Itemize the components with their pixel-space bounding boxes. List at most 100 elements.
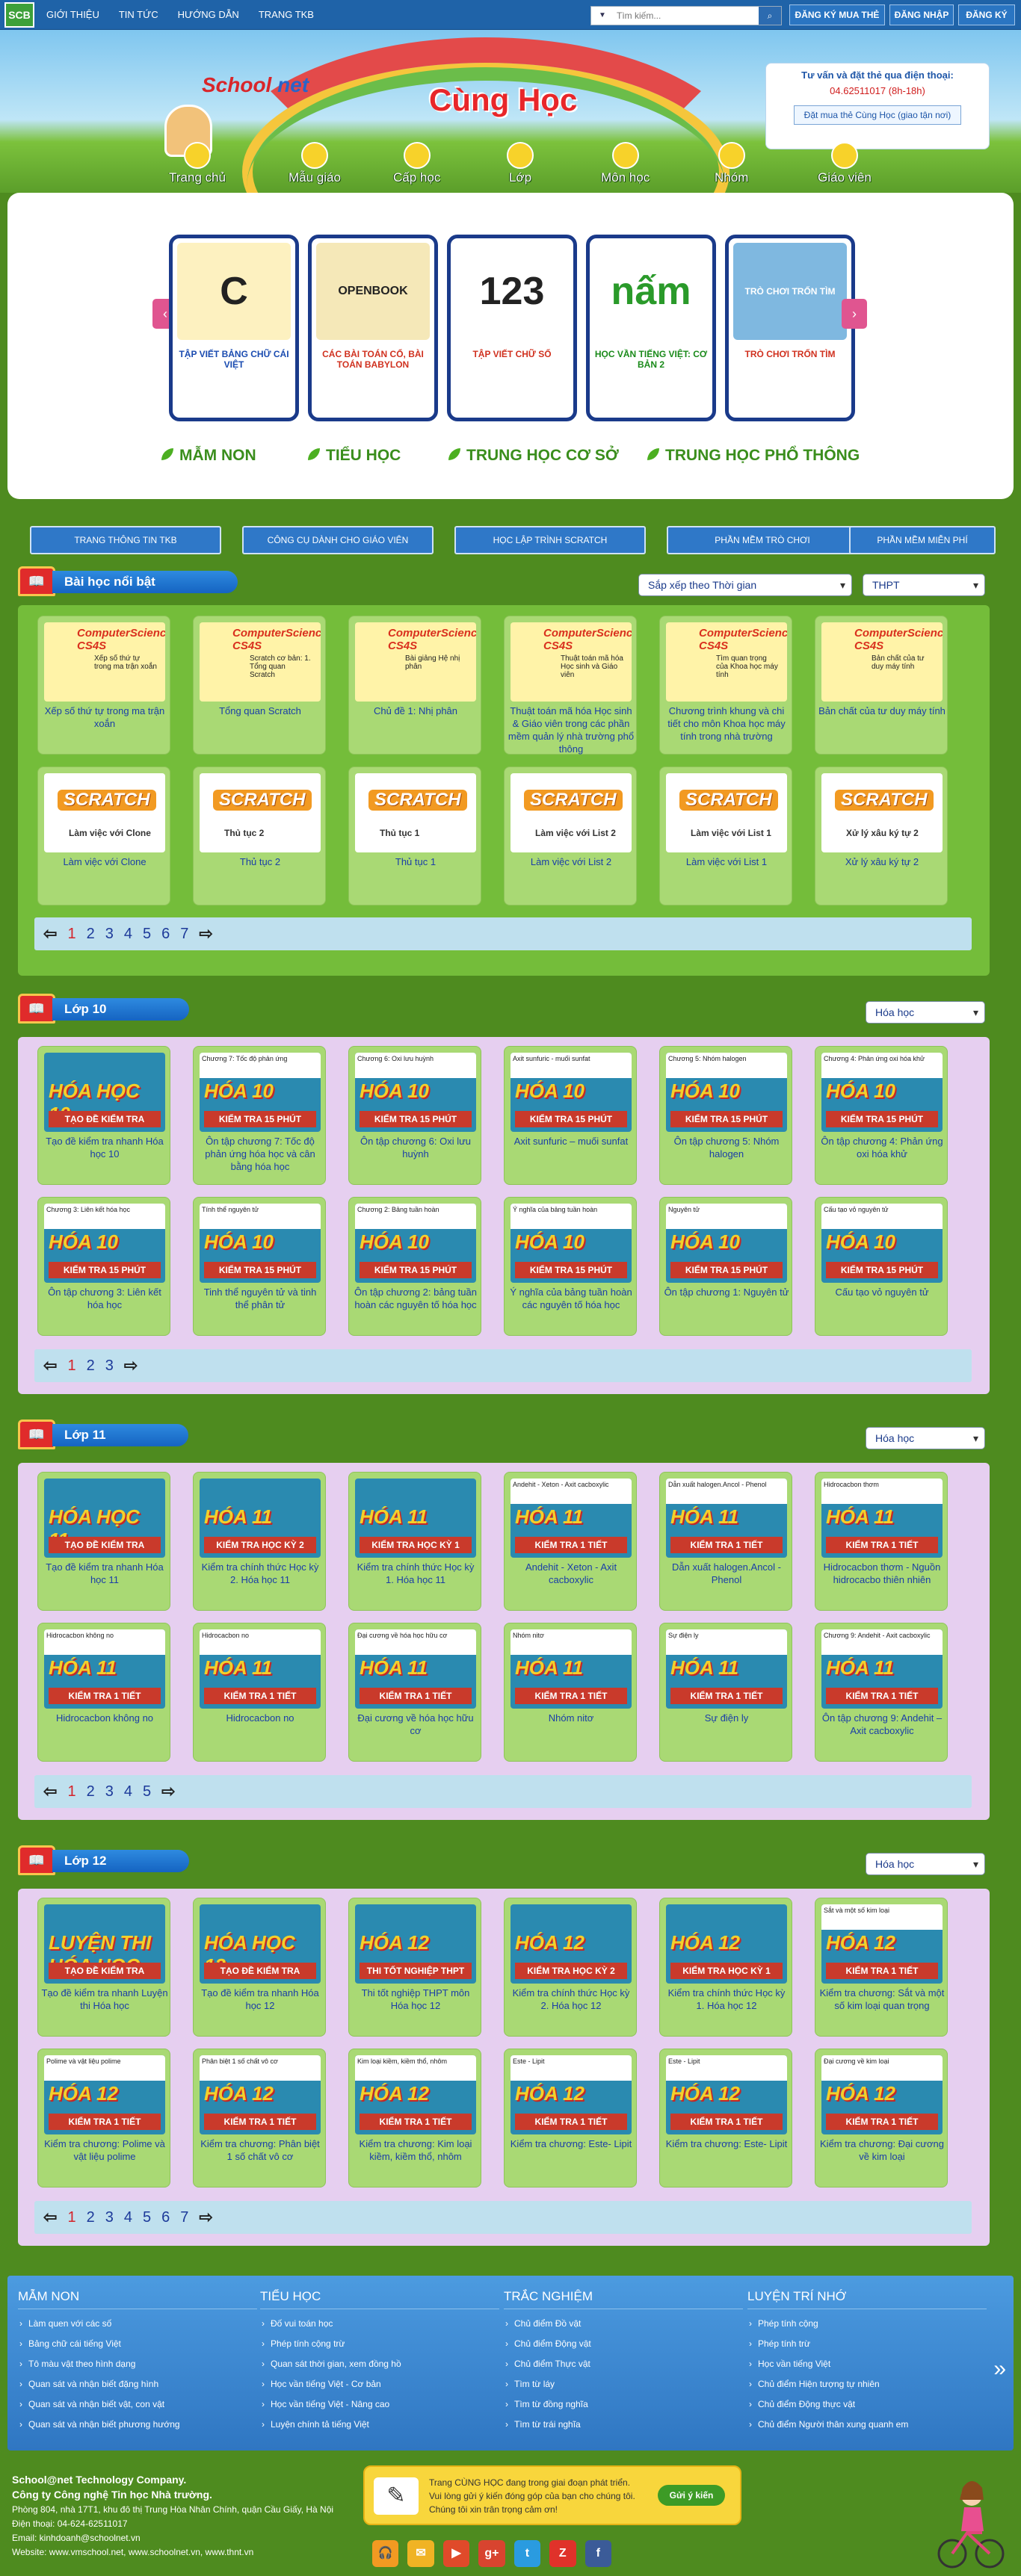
slide-item[interactable]: OPENBOOK CÁC BÀI TOÁN CỔ, BÀI TOÁN BABYL… (308, 235, 438, 421)
lesson-card[interactable]: Scratch cơ bản: 1. Tổng quan Scratch Comp… (193, 616, 326, 755)
lesson-caption[interactable]: Xếp số thứ tự trong ma trận xoắn (41, 705, 168, 730)
lop12-subject-select[interactable]: Hóa học (866, 1853, 985, 1875)
lesson-caption[interactable]: Tạo đề kiểm tra nhanh Hóa học 12 (197, 1987, 324, 2012)
lesson-caption[interactable]: Hidrocacbon no (197, 1712, 324, 1724)
slider-next-icon[interactable]: › (842, 299, 867, 329)
cat-cap-hoc[interactable]: Cấp học (393, 142, 440, 185)
cat-mau-giao[interactable]: Mẫu giáo (289, 142, 341, 185)
pager-page-4[interactable]: 4 (124, 1783, 132, 1801)
lesson-card[interactable]: Polime và vật liệu polime HÓA 12 KIỂM TRA … (37, 2049, 170, 2188)
footer-link[interactable]: Phép tính cộng trừ (260, 2334, 499, 2354)
lesson-card[interactable]: HÓA 12 KIỂM TRA HỌC KỲ 1 Kiểm tra chính th… (659, 1898, 792, 2037)
lesson-caption[interactable]: Ôn tập chương 5: Nhóm halogen (663, 1135, 790, 1160)
youtube-icon[interactable]: ▶ (442, 2540, 470, 2567)
lesson-caption[interactable]: Ôn tập chương 2: bảng tuần hoàn các nguy… (352, 1286, 479, 1311)
pager-page-6[interactable]: 6 (161, 2209, 170, 2226)
footer-link[interactable]: Tô màu vật theo hình dạng (18, 2354, 257, 2374)
lesson-card[interactable]: HÓA HỌC 10TẠO ĐỀ KIỂM TRA Tạo đề kiểm tra… (37, 1046, 170, 1185)
lesson-caption[interactable]: Dẫn xuất halogen.Ancol - Phenol (663, 1561, 790, 1586)
level-thcs[interactable]: TRUNG HỌC CƠ SỞ (448, 447, 619, 465)
lesson-caption[interactable]: Tinh thể nguyên tử và tinh thể phân tử (197, 1286, 324, 1311)
lesson-card[interactable]: LUYỆN THI HÓA HỌCTẠO ĐỀ KIỂM TRA Tạo đề k… (37, 1898, 170, 2037)
lesson-caption[interactable]: Andehit - Xeton - Axit cacboxylic (508, 1561, 635, 1586)
lesson-caption[interactable]: Thuật toán mã hóa Học sinh & Giáo viên t… (508, 705, 635, 755)
footer-link[interactable]: Chủ điểm Người thân xung quanh em (747, 2415, 987, 2435)
lesson-card[interactable]: Bài giảng Hệ nhị phân ComputerScience CS4… (348, 616, 481, 755)
lesson-card[interactable]: Chương 4: Phản ứng oxi hóa khử HÓA 10 KIỂM… (815, 1046, 948, 1185)
lesson-card[interactable]: HÓA 12 THI TỐT NGHIỆP THPT Thi tốt nghiệp … (348, 1898, 481, 2037)
zing-icon[interactable]: Z (549, 2540, 576, 2567)
pager-prev-icon[interactable]: ⇦ (43, 2208, 57, 2227)
lesson-card[interactable]: Thủ tục 2 SCRATCH Thủ tục 2 (193, 767, 326, 905)
lesson-card[interactable]: HÓA HỌC 12TẠO ĐỀ KIỂM TRA Tạo đề kiểm tra… (193, 1898, 326, 2037)
level-tieu-hoc[interactable]: TIỂU HỌC (308, 447, 401, 465)
lesson-card[interactable]: Sự điện ly HÓA 11 KIỂM TRA 1 TIẾT Sự điện l… (659, 1623, 792, 1762)
lesson-caption[interactable]: Tạo đề kiểm tra nhanh Hóa học 11 (41, 1561, 168, 1586)
pager-page-1[interactable]: 1 (67, 1357, 75, 1375)
level-select[interactable]: THPT (863, 574, 985, 596)
site-logo[interactable]: SCB (4, 2, 34, 28)
search-scope-dropdown[interactable]: ▼ (591, 7, 614, 25)
lesson-card[interactable]: Tính thể nguyên tử HÓA 10 KIỂM TRA 15 PHÚT… (193, 1197, 326, 1336)
cat-trang-chu[interactable]: Trang chủ (169, 142, 226, 185)
pager-page-1[interactable]: 1 (67, 1783, 75, 1801)
lesson-caption[interactable]: Kiểm tra chính thức Học kỳ 2. Hóa học 11 (197, 1561, 324, 1586)
footer-link[interactable]: Quan sát và nhận biết vật, con vật (18, 2394, 257, 2415)
search-icon[interactable]: ⌕ (759, 7, 781, 25)
footer-link[interactable]: Học vần tiếng Việt - Nâng cao (260, 2394, 499, 2415)
pager-page-2[interactable]: 2 (87, 2209, 95, 2226)
lesson-caption[interactable]: Làm việc với Clone (41, 855, 168, 868)
lesson-caption[interactable]: Sự điện ly (663, 1712, 790, 1724)
lesson-caption[interactable]: Ôn tập chương 3: Liên kết hóa học (41, 1286, 168, 1311)
footer-link[interactable]: Chủ điểm Hiện tượng tự nhiên (747, 2374, 987, 2394)
lesson-caption[interactable]: Ôn tập chương 4: Phản ứng oxi hóa khử (818, 1135, 946, 1160)
pager-page-6[interactable]: 6 (161, 926, 170, 943)
pager-prev-icon[interactable]: ⇦ (43, 1782, 57, 1801)
lesson-caption[interactable]: Kiểm tra chương: Polime và vật liệu poli… (41, 2137, 168, 2163)
footer-link[interactable]: Quan sát và nhận biết phương hướng (18, 2415, 257, 2435)
pager-page-1[interactable]: 1 (67, 926, 75, 943)
level-thpt[interactable]: TRUNG HỌC PHỔ THÔNG (647, 447, 860, 465)
lesson-caption[interactable]: Kiểm tra chương: Kim loại kiềm, kiềm thổ… (352, 2137, 479, 2163)
lesson-caption[interactable]: Làm việc với List 2 (508, 855, 635, 868)
footer-next-icon[interactable]: » (993, 2356, 1006, 2382)
lesson-caption[interactable]: Đại cương về hóa học hữu cơ (352, 1712, 479, 1737)
footer-link[interactable]: Tìm từ trái nghĩa (504, 2415, 743, 2435)
lesson-caption[interactable]: Kiểm tra chương: Phân biệt 1 số chất vô … (197, 2137, 324, 2163)
lesson-card[interactable]: Chương 5: Nhóm halogen HÓA 10 KIỂM TRA 15 … (659, 1046, 792, 1185)
mail-icon[interactable]: ✉ (407, 2540, 434, 2567)
pager-next-icon[interactable]: ⇨ (199, 2208, 212, 2227)
lesson-card[interactable]: Chương 2: Bảng tuần hoàn HÓA 10 KIỂM TRA 1… (348, 1197, 481, 1336)
lesson-card[interactable]: Đại cương về kim loại HÓA 12 KIỂM TRA 1 TI… (815, 2049, 948, 2188)
lesson-card[interactable]: Sắt và một số kim loại HÓA 12 KIỂM TRA 1 T… (815, 1898, 948, 2037)
lesson-card[interactable]: HÓA 11 KIỂM TRA HỌC KỲ 1 Kiểm tra chính th… (348, 1472, 481, 1611)
cat-giao-vien[interactable]: Giáo viên (818, 142, 872, 185)
footer-link[interactable]: Bảng chữ cái tiếng Việt (18, 2334, 257, 2354)
footer-link[interactable]: Làm quen với các số (18, 2314, 257, 2334)
buy-card-link[interactable]: Đặt mua thẻ Cùng Học (giao tận nơi) (794, 105, 961, 125)
lesson-card[interactable]: Làm việc với Clone SCRATCH Làm việc với Cl… (37, 767, 170, 905)
lesson-card[interactable]: Hidrocacbon no HÓA 11 KIỂM TRA 1 TIẾT Hidro… (193, 1623, 326, 1762)
register-buy-card-button[interactable]: ĐĂNG KÝ MUA THẺ (789, 4, 885, 25)
lesson-caption[interactable]: Bản chất của tư duy máy tính (818, 705, 946, 717)
footer-link[interactable]: Chủ điểm Động thực vật (747, 2394, 987, 2415)
lesson-caption[interactable]: Hidrocacbon thơm - Nguồn hidrocacbo thiê… (818, 1561, 946, 1586)
lesson-card[interactable]: Hidrocacbon không no HÓA 11 KIỂM TRA 1 TIẾ… (37, 1623, 170, 1762)
lesson-card[interactable]: Cấu tạo vỏ nguyên tử HÓA 10 KIỂM TRA 15 PH… (815, 1197, 948, 1336)
login-button[interactable]: ĐĂNG NHẬP (889, 4, 954, 25)
lesson-caption[interactable]: Thủ tục 1 (352, 855, 479, 868)
lesson-caption[interactable]: Cấu tạo vỏ nguyên tử (818, 1286, 946, 1298)
twitter-icon[interactable]: t (513, 2540, 541, 2567)
pager-page-7[interactable]: 7 (180, 2209, 188, 2226)
lesson-card[interactable]: Andehit - Xeton - Axit cacboxylic HÓA 11 K… (504, 1472, 637, 1611)
lesson-card[interactable]: Este - Lipit HÓA 12 KIỂM TRA 1 TIẾT Kiểm tr… (659, 2049, 792, 2188)
lesson-caption[interactable]: Kiểm tra chương: Đại cương về kim loại (818, 2137, 946, 2163)
lesson-caption[interactable]: Thi tốt nghiệp THPT môn Hóa học 12 (352, 1987, 479, 2012)
pager-next-icon[interactable]: ⇨ (124, 1356, 138, 1375)
lesson-card[interactable]: Phân biệt 1 số chất vô cơ HÓA 12 KIỂM TRA … (193, 2049, 326, 2188)
lop11-subject-select[interactable]: Hóa học (866, 1427, 985, 1449)
lesson-caption[interactable]: Ôn tập chương 7: Tốc độ phản ứng hóa học… (197, 1135, 324, 1173)
lesson-caption[interactable]: Ôn tập chương 6: Oxi lưu huỳnh (352, 1135, 479, 1160)
pager-page-5[interactable]: 5 (143, 1783, 151, 1801)
lesson-card[interactable]: Axit sunfuric - muối sunfat HÓA 10 KIỂM TR… (504, 1046, 637, 1185)
